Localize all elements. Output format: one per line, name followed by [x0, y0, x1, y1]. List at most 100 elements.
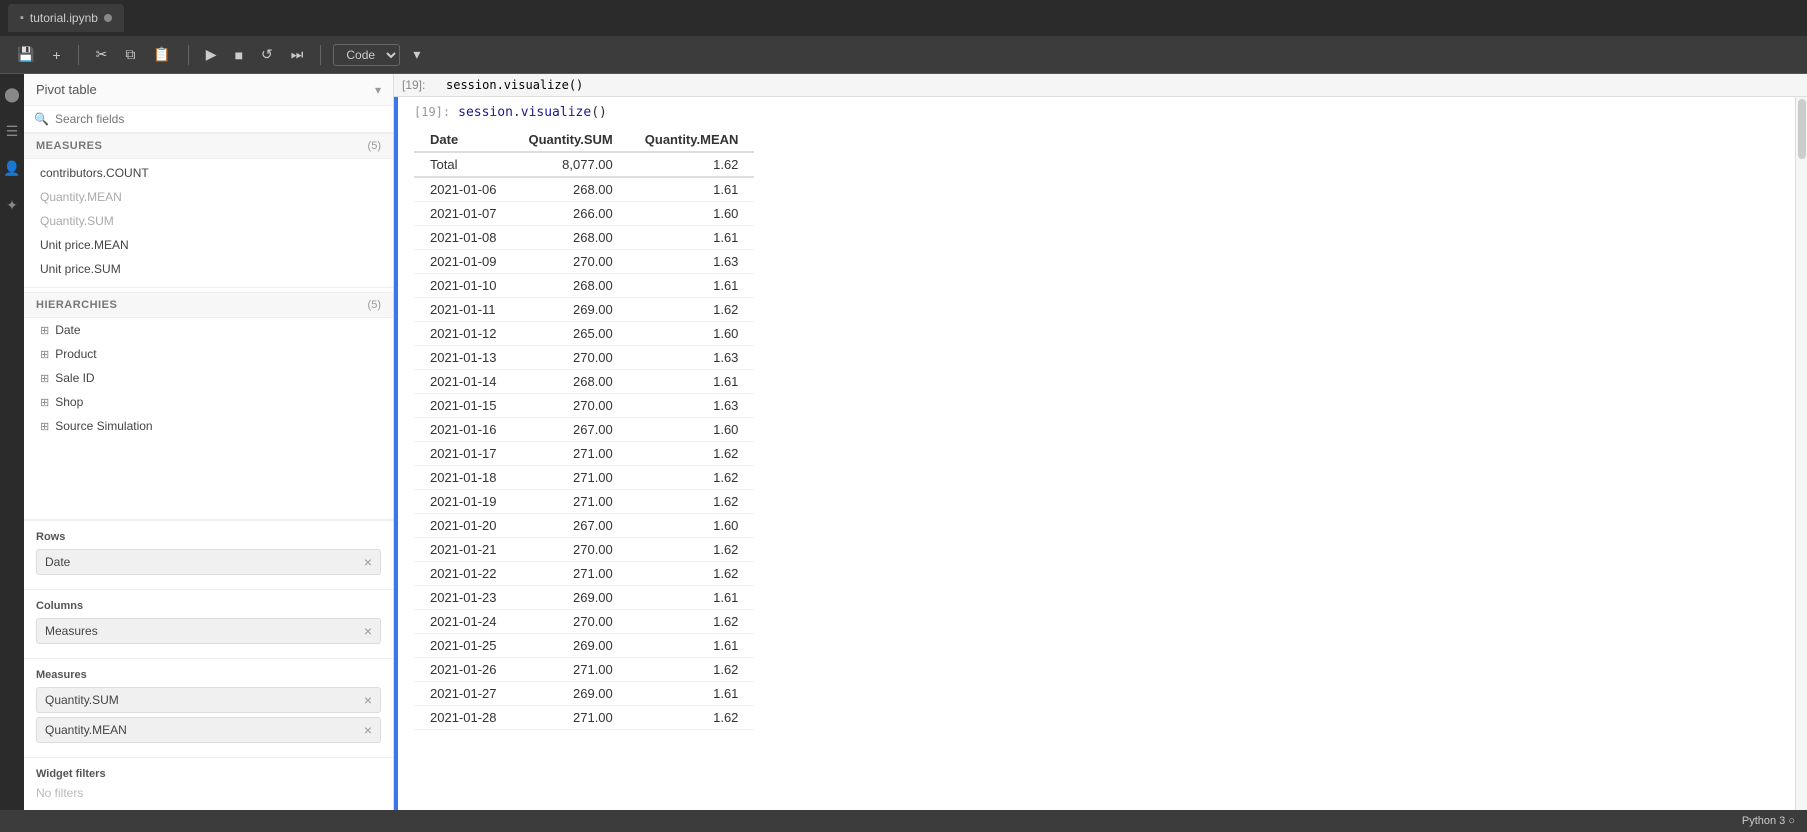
cell-prompt-row: [19]: session.visualize() [414, 105, 1779, 120]
cell-date: 2021-01-13 [414, 346, 513, 370]
cell-mean: 1.61 [629, 226, 755, 250]
cell-date: 2021-01-19 [414, 490, 513, 514]
rows-label: Rows [36, 531, 381, 543]
save-button[interactable]: 💾 [12, 43, 39, 66]
cell-date: 2021-01-17 [414, 442, 513, 466]
cell-type-chevron[interactable]: ▾ [408, 43, 425, 66]
config-area: Rows Date × Columns Measures × Measures … [24, 519, 393, 810]
status-bar: Python 3 ○ [0, 810, 1807, 832]
cell-sum: 269.00 [513, 586, 629, 610]
cell-sum: 267.00 [513, 514, 629, 538]
measures-chip-quantity-sum: Quantity.SUM × [36, 687, 381, 713]
paste-button[interactable]: 📋 [148, 43, 175, 66]
measures-count: (5) [368, 140, 381, 152]
fast-forward-button[interactable]: ⏭ [286, 43, 309, 66]
cell-body[interactable]: [19]: session.visualize() Date Quantity.… [398, 97, 1795, 810]
measures-chip-quantity-sum-remove[interactable]: × [364, 692, 372, 708]
cell-mean: 1.61 [629, 177, 755, 202]
cell-mean: 1.63 [629, 250, 755, 274]
notebook-tab[interactable]: ▪ tutorial.ipynb [8, 4, 124, 32]
hier-item-product[interactable]: ⊞ Product [24, 342, 393, 366]
hierarchies-count: (5) [368, 299, 381, 311]
cell-sum: 271.00 [513, 562, 629, 586]
columns-chip-label: Measures [45, 624, 98, 638]
search-icon: 🔍 [34, 112, 49, 126]
table-row: 2021-01-09270.001.63 [414, 250, 754, 274]
cell-mean: 1.60 [629, 418, 755, 442]
measure-item-quantity-sum[interactable]: Quantity.SUM [24, 209, 393, 233]
kernel-status: Python 3 ○ [1742, 815, 1795, 827]
cell-code-input[interactable] [442, 76, 1799, 94]
search-input[interactable] [55, 112, 383, 126]
circles-icon[interactable]: ⬤ [0, 82, 24, 107]
table-row: 2021-01-24270.001.62 [414, 610, 754, 634]
scrollable-panel[interactable]: MEASURES (5) contributors.COUNT Quantity… [24, 133, 393, 519]
copy-button[interactable]: ⧉ [120, 43, 140, 66]
cell-mean: 1.63 [629, 346, 755, 370]
cell-date: 2021-01-07 [414, 202, 513, 226]
table-row: Total8,077.001.62 [414, 152, 754, 177]
table-row: 2021-01-22271.001.62 [414, 562, 754, 586]
header-quantity-sum: Quantity.SUM [513, 128, 629, 152]
interrupt-button[interactable]: ■ [230, 44, 248, 66]
cell-date: 2021-01-16 [414, 418, 513, 442]
no-filters-label: No filters [36, 786, 381, 800]
measures-config: Measures Quantity.SUM × Quantity.MEAN × [24, 658, 393, 757]
table-row: 2021-01-08268.001.61 [414, 226, 754, 250]
puzzle-icon[interactable]: ✦ [2, 193, 22, 218]
measures-config-label: Measures [36, 669, 381, 681]
measure-item-contributors-count[interactable]: contributors.COUNT [24, 161, 393, 185]
cell-mean: 1.62 [629, 538, 755, 562]
cell-mean: 1.62 [629, 442, 755, 466]
user-icon[interactable]: 👤 [0, 156, 25, 181]
hierarchy-icon-product: ⊞ [40, 348, 49, 361]
cell-type-select[interactable]: Code [333, 44, 400, 66]
cell-date: 2021-01-11 [414, 298, 513, 322]
cell-date: 2021-01-15 [414, 394, 513, 418]
scrollbar-track[interactable] [1795, 97, 1807, 810]
rows-chip-remove[interactable]: × [364, 554, 372, 570]
cell-sum: 271.00 [513, 658, 629, 682]
hier-item-sale-id[interactable]: ⊞ Sale ID [24, 366, 393, 390]
hierarchy-icon-shop: ⊞ [40, 396, 49, 409]
cell-prompt: [19]: [414, 105, 458, 119]
hier-label-sale-id: Sale ID [55, 371, 94, 385]
run-button[interactable]: ▶ [201, 43, 222, 66]
cell-mean: 1.62 [629, 610, 755, 634]
cut-button[interactable]: ✂ [91, 43, 113, 66]
panel-collapse-icon[interactable]: ▾ [375, 83, 381, 97]
measure-item-unit-price-sum[interactable]: Unit price.SUM [24, 257, 393, 281]
table-row: 2021-01-18271.001.62 [414, 466, 754, 490]
hier-item-shop[interactable]: ⊞ Shop [24, 390, 393, 414]
table-row: 2021-01-12265.001.60 [414, 322, 754, 346]
browser-tab-bar: ▪ tutorial.ipynb [0, 0, 1807, 36]
table-row: 2021-01-13270.001.63 [414, 346, 754, 370]
measures-chip-quantity-mean-label: Quantity.MEAN [45, 723, 127, 737]
hier-label-date: Date [55, 323, 80, 337]
cell-sum: 268.00 [513, 177, 629, 202]
hierarchies-list: ⊞ Date ⊞ Product ⊞ Sale ID ⊞ Shop ⊞ So [24, 318, 393, 438]
table-row: 2021-01-20267.001.60 [414, 514, 754, 538]
cell-sum: 269.00 [513, 298, 629, 322]
columns-chip-remove[interactable]: × [364, 623, 372, 639]
hier-item-date[interactable]: ⊞ Date [24, 318, 393, 342]
measures-label: MEASURES [36, 140, 102, 152]
measure-item-quantity-mean[interactable]: Quantity.MEAN [24, 185, 393, 209]
cell-mean: 1.61 [629, 682, 755, 706]
cell-sum: 267.00 [513, 418, 629, 442]
measure-item-unit-price-mean[interactable]: Unit price.MEAN [24, 233, 393, 257]
measures-chip-quantity-mean: Quantity.MEAN × [36, 717, 381, 743]
cell-mean: 1.62 [629, 490, 755, 514]
cell-date: 2021-01-22 [414, 562, 513, 586]
cell-date: 2021-01-12 [414, 322, 513, 346]
restart-button[interactable]: ↺ [256, 43, 278, 66]
cell-date: 2021-01-28 [414, 706, 513, 730]
cell-mean: 1.60 [629, 514, 755, 538]
hier-item-source-simulation[interactable]: ⊞ Source Simulation [24, 414, 393, 438]
add-cell-button[interactable]: + [47, 44, 65, 66]
cell-sum: 266.00 [513, 202, 629, 226]
list-icon[interactable]: ☰ [2, 119, 23, 144]
scrollbar-thumb[interactable] [1798, 99, 1806, 159]
cell-sum: 269.00 [513, 682, 629, 706]
measures-chip-quantity-mean-remove[interactable]: × [364, 722, 372, 738]
